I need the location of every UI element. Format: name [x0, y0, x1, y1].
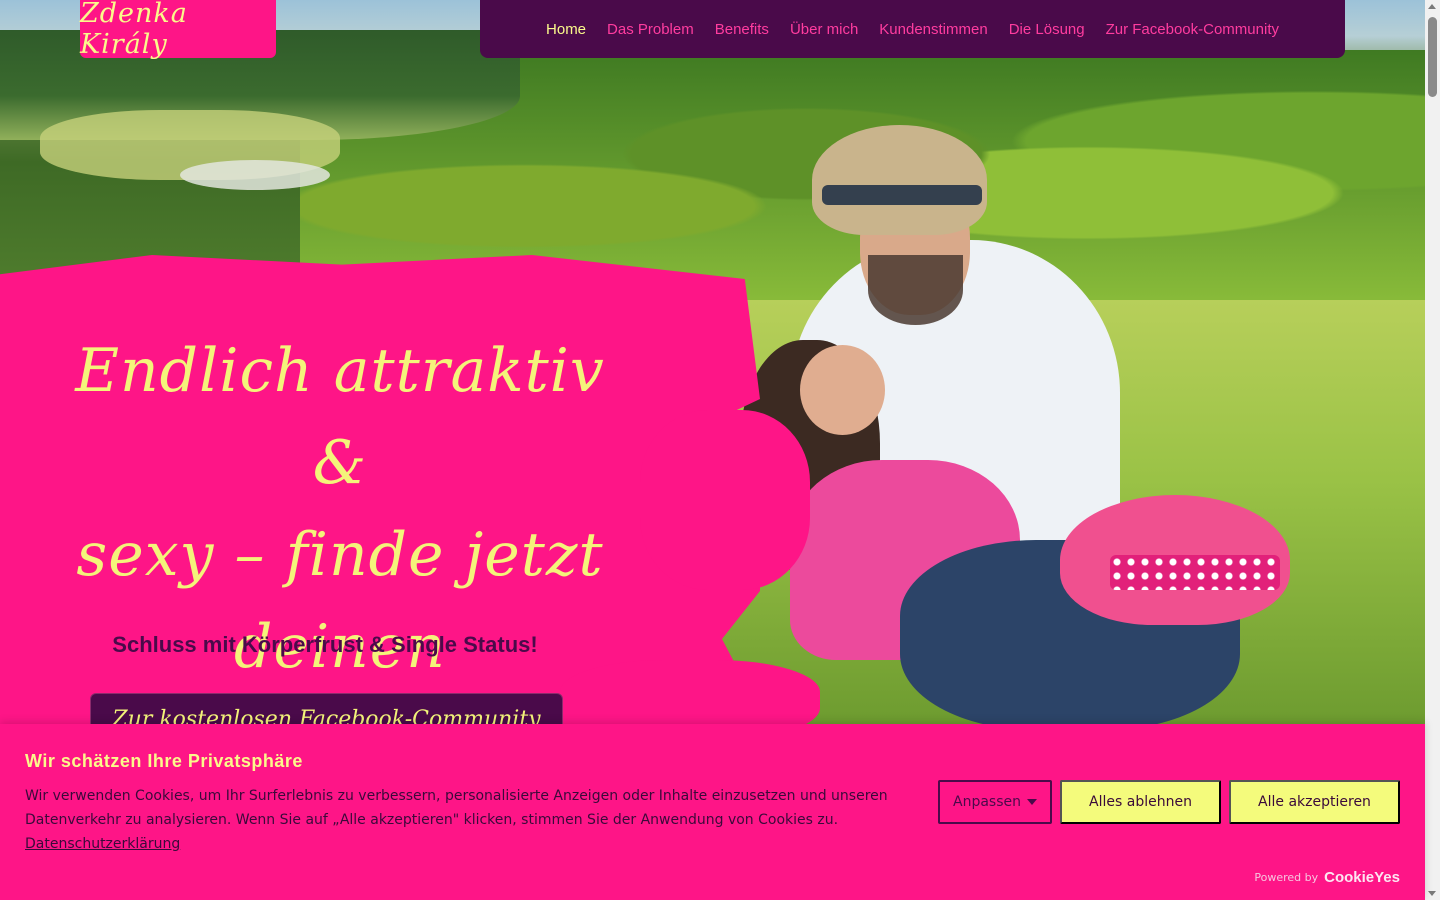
- hero-subline: Schluss mit Körperfrust & Single Status!: [112, 632, 538, 657]
- reject-all-button[interactable]: Alles ablehnen: [1060, 780, 1221, 824]
- accept-all-button[interactable]: Alle akzeptieren: [1229, 780, 1400, 824]
- customize-label: Anpassen: [953, 794, 1021, 810]
- nav-item-die-loesung[interactable]: Die Lösung: [1009, 21, 1085, 38]
- powered-by-label: Powered by: [1254, 871, 1319, 884]
- hero-headline-line2: sexy – finde jetzt: [76, 520, 604, 590]
- privacy-policy-link[interactable]: Datenschutzerklärung: [25, 836, 180, 852]
- man-beard: [868, 255, 963, 325]
- cookie-description: Wir verwenden Cookies, um Ihr Surferlebn…: [25, 784, 905, 856]
- main-navigation: Home Das Problem Benefits Über mich Kund…: [480, 0, 1345, 58]
- nav-item-benefits[interactable]: Benefits: [715, 21, 769, 38]
- pink-hat-band: [1110, 555, 1280, 590]
- hero-headline-line1: Endlich attraktiv &: [75, 336, 605, 498]
- nav-item-facebook-community[interactable]: Zur Facebook-Community: [1106, 21, 1279, 38]
- lake: [180, 160, 330, 190]
- cookie-title: Wir schätzen Ihre Privatsphäre: [25, 751, 303, 771]
- cookieyes-logo[interactable]: CookieYes: [1324, 869, 1400, 886]
- powered-by: Powered by CookieYes: [1254, 869, 1400, 886]
- caret-down-icon: [1027, 799, 1037, 805]
- man-hatband: [822, 185, 982, 205]
- vertical-scrollbar[interactable]: [1425, 0, 1440, 900]
- logo-text: Zdenka Király: [80, 0, 188, 60]
- site-logo[interactable]: Zdenka Király: [80, 0, 276, 60]
- man-hat: [812, 125, 987, 235]
- cookie-consent-banner: Wir schätzen Ihre Privatsphäre Wir verwe…: [0, 724, 1425, 900]
- cookie-description-text: Wir verwenden Cookies, um Ihr Surferlebn…: [25, 788, 888, 828]
- nav-item-kundenstimmen[interactable]: Kundenstimmen: [879, 21, 987, 38]
- scroll-up-arrow-icon[interactable]: [1428, 4, 1436, 9]
- pink-brush-stroke-edge: [640, 410, 810, 590]
- customize-button[interactable]: Anpassen: [938, 780, 1052, 824]
- scrollbar-thumb[interactable]: [1428, 17, 1437, 97]
- nav-item-das-problem[interactable]: Das Problem: [607, 21, 694, 38]
- woman-face: [800, 345, 885, 435]
- nav-item-home[interactable]: Home: [546, 21, 586, 38]
- scroll-down-arrow-icon[interactable]: [1428, 891, 1436, 896]
- nav-item-ueber-mich[interactable]: Über mich: [790, 21, 858, 38]
